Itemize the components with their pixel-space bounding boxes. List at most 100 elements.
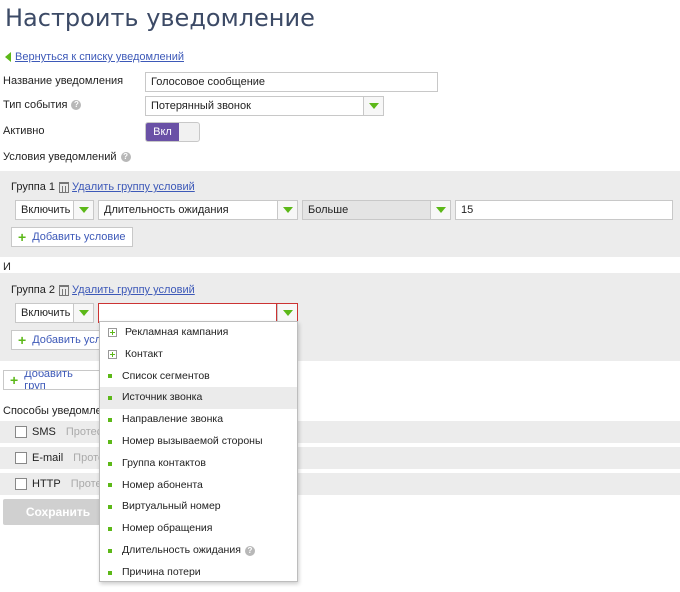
group-1-include-select[interactable]: Включить <box>15 200 94 220</box>
name-input[interactable]: Голосовое сообщение <box>145 72 438 92</box>
event-type-label-row: Тип события? <box>3 99 82 111</box>
active-toggle[interactable]: Вкл <box>145 122 200 142</box>
group-1-value-input[interactable]: 15 <box>455 200 673 220</box>
bullet-icon <box>108 418 112 423</box>
chevron-down-icon <box>282 207 293 213</box>
chevron-down-icon <box>435 207 446 213</box>
group-1-field-dropdown[interactable] <box>277 201 297 219</box>
group-1-include-value: Включить <box>21 204 71 216</box>
help-icon[interactable]: ? <box>120 152 131 163</box>
dropdown-item-label: Номер обращения <box>122 522 213 535</box>
add-group-button[interactable]: + Добавить груп <box>3 370 103 390</box>
active-toggle-on: Вкл <box>146 123 179 141</box>
dropdown-item-contact[interactable]: Контакт <box>100 344 297 366</box>
dropdown-item-loss-reason[interactable]: Причина потери <box>100 562 297 584</box>
bullet-icon <box>108 461 112 466</box>
http-label: HTTP <box>32 478 61 490</box>
conditions-label-row: Условия уведомлений? <box>3 151 131 163</box>
bullet-icon <box>108 570 112 575</box>
dropdown-item-called-number[interactable]: Номер вызываемой стороны <box>100 431 297 453</box>
methods-label: Способы уведомлен <box>3 405 108 417</box>
trash-icon[interactable] <box>59 284 70 296</box>
event-type-select[interactable]: Потерянный звонок <box>145 96 384 116</box>
bullet-icon <box>108 548 112 553</box>
dropdown-item-label: Группа контактов <box>122 456 206 469</box>
bullet-icon <box>108 527 112 532</box>
and-label: И <box>3 261 11 273</box>
dropdown-item-label: Номер абонента <box>122 478 203 491</box>
plus-icon: + <box>10 372 19 388</box>
bullet-icon <box>108 505 112 510</box>
group-2-field-value[interactable] <box>99 304 277 322</box>
page-title: Настроить уведомление <box>5 4 315 32</box>
group-1-header: Группа 1 Удалить группу условий <box>11 181 195 193</box>
bullet-icon <box>108 396 112 401</box>
dropdown-item-call-direction[interactable]: Направление звонка <box>100 409 297 431</box>
name-label: Название уведомления <box>3 75 124 87</box>
dropdown-item-contact-group[interactable]: Группа контактов <box>100 453 297 475</box>
dropdown-item-label: Контакт <box>125 347 163 360</box>
dropdown-item-label: Причина потери <box>122 565 201 578</box>
group-2-field-select[interactable] <box>98 303 298 323</box>
group-1-field-value: Длительность ожидания <box>104 204 229 216</box>
group-2-label: Группа 2 <box>11 284 56 296</box>
dropdown-item-wait-duration[interactable]: Длительность ожидания? <box>100 540 297 562</box>
group-1-operator-dropdown[interactable] <box>430 201 450 219</box>
sms-checkbox[interactable] <box>15 426 27 438</box>
group-1-add-condition-label: Добавить условие <box>32 231 126 243</box>
bullet-icon <box>108 439 112 444</box>
group-1-add-condition-button[interactable]: + Добавить условие <box>11 227 133 247</box>
group-2-include-value: Включить <box>21 307 71 319</box>
dropdown-item-call-source[interactable]: Источник звонка <box>100 387 297 410</box>
http-checkbox[interactable] <box>15 478 27 490</box>
group-2-field-dropdown[interactable] <box>277 304 297 322</box>
group-2-include-select[interactable]: Включить <box>15 303 94 323</box>
group-1-include-dropdown[interactable] <box>73 201 93 219</box>
expand-icon[interactable] <box>108 350 117 360</box>
chevron-down-icon <box>282 310 293 316</box>
dropdown-item-label: Источник звонка <box>122 391 203 404</box>
group-2-delete-link[interactable]: Удалить группу условий <box>72 284 195 296</box>
group-2-add-condition-label: Добавить усл <box>32 334 102 346</box>
save-button[interactable]: Сохранить <box>3 499 113 525</box>
back-arrow-icon <box>5 52 11 62</box>
event-type-value: Потерянный звонок <box>151 100 251 112</box>
dropdown-item-ad-campaign[interactable]: Рекламная кампания <box>100 322 297 344</box>
dropdown-item-segment-list[interactable]: Список сегментов <box>100 366 297 388</box>
add-group-label: Добавить груп <box>24 370 73 390</box>
email-checkbox[interactable] <box>15 452 27 464</box>
plus-icon: + <box>18 332 27 348</box>
event-type-dropdown-button[interactable] <box>363 97 383 115</box>
dropdown-item-label: Виртуальный номер <box>122 500 221 513</box>
group-2-header: Группа 2 Удалить группу условий <box>11 284 195 296</box>
bullet-icon <box>108 483 112 488</box>
help-icon[interactable]: ? <box>71 100 82 111</box>
group-2-include-dropdown[interactable] <box>73 304 93 322</box>
bullet-icon <box>108 374 112 379</box>
group-1-operator-select[interactable]: Больше <box>302 200 451 220</box>
field-dropdown-menu: Рекламная кампания Контакт Список сегмен… <box>99 321 298 582</box>
sms-label: SMS <box>32 426 56 438</box>
event-type-label: Тип события <box>3 99 68 111</box>
group-1-label: Группа 1 <box>11 181 56 193</box>
group-1-delete-link[interactable]: Удалить группу условий <box>72 181 195 193</box>
sms-test-link[interactable]: Протес <box>66 426 102 438</box>
email-label: E-mail <box>32 452 64 464</box>
help-icon[interactable]: ? <box>244 545 255 556</box>
chevron-down-icon <box>78 310 89 316</box>
dropdown-item-label: Направление звонка <box>122 413 224 426</box>
group-2-add-condition-button[interactable]: + Добавить усл <box>11 330 111 350</box>
conditions-label: Условия уведомлений <box>3 151 117 163</box>
dropdown-item-subscriber-number[interactable]: Номер абонента <box>100 475 297 497</box>
back-link[interactable]: Вернуться к списку уведомлений <box>15 51 184 63</box>
dropdown-item-virtual-number[interactable]: Виртуальный номер <box>100 496 297 518</box>
group-1-field-select[interactable]: Длительность ожидания <box>98 200 298 220</box>
back-link-row[interactable]: Вернуться к списку уведомлений <box>5 51 184 63</box>
plus-icon: + <box>18 229 27 245</box>
dropdown-item-request-number[interactable]: Номер обращения <box>100 518 297 540</box>
dropdown-item-label: Длительность ожидания <box>122 543 241 556</box>
trash-icon[interactable] <box>59 181 70 193</box>
chevron-down-icon <box>368 103 379 109</box>
expand-icon[interactable] <box>108 328 117 338</box>
active-label: Активно <box>3 125 45 137</box>
